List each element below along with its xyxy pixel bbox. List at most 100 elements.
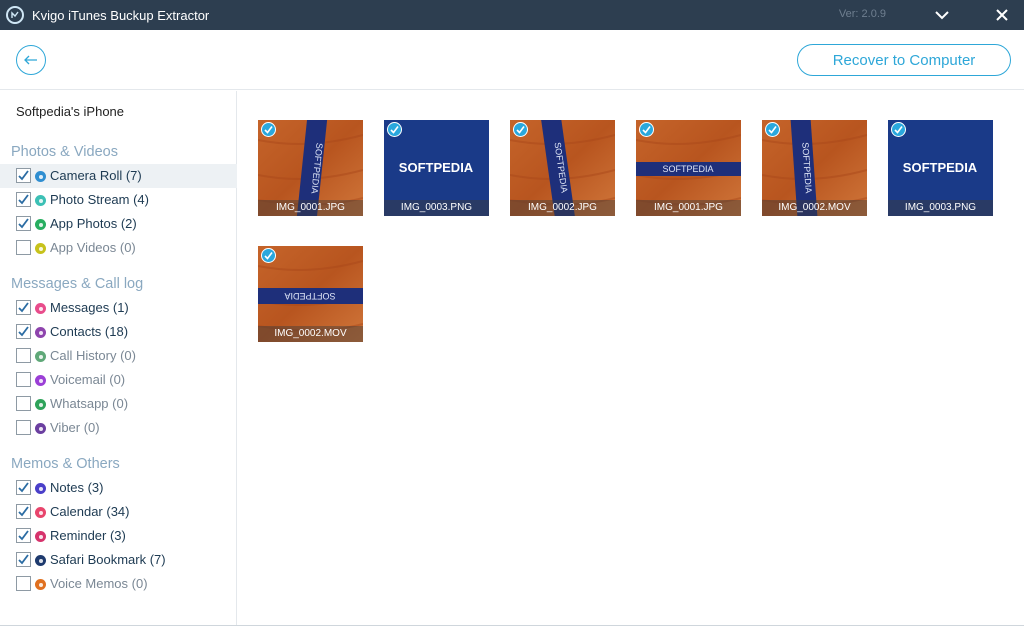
media-thumbnail[interactable]: SOFTPEDIA IMG_0002.MOV bbox=[258, 246, 363, 342]
category-item[interactable]: Voice Memos (0) bbox=[0, 572, 237, 596]
close-icon[interactable] bbox=[992, 5, 1012, 25]
category-item[interactable]: Safari Bookmark (7) bbox=[0, 548, 237, 572]
category-icon bbox=[35, 171, 46, 182]
selected-check-icon[interactable] bbox=[261, 122, 276, 137]
media-thumbnail[interactable]: SOFTPEDIA IMG_0003.PNG bbox=[384, 120, 489, 216]
category-icon bbox=[35, 483, 46, 494]
category-label: Messages (1) bbox=[50, 300, 129, 315]
category-icon bbox=[35, 351, 46, 362]
category-icon bbox=[35, 531, 46, 542]
category-icon bbox=[35, 507, 46, 518]
category-checkbox[interactable] bbox=[16, 576, 31, 591]
thumbnail-filename: IMG_0003.PNG bbox=[888, 200, 993, 216]
category-checkbox[interactable] bbox=[16, 324, 31, 339]
category-label: Voicemail (0) bbox=[50, 372, 126, 387]
category-label: Viber (0) bbox=[50, 420, 100, 435]
category-item[interactable]: App Videos (0) bbox=[0, 236, 237, 260]
category-item[interactable]: Photo Stream (4) bbox=[0, 188, 237, 212]
thumbnail-filename: IMG_0002.MOV bbox=[762, 200, 867, 216]
category-label: Call History (0) bbox=[50, 348, 136, 363]
thumbnail-filename: IMG_0002.MOV bbox=[258, 326, 363, 342]
app-logo-icon bbox=[6, 6, 24, 24]
category-icon bbox=[35, 219, 46, 230]
category-item[interactable]: Calendar (34) bbox=[0, 500, 237, 524]
svg-text:SOFTPEDIA: SOFTPEDIA bbox=[399, 160, 474, 175]
selected-check-icon[interactable] bbox=[765, 122, 780, 137]
svg-text:SOFTPEDIA: SOFTPEDIA bbox=[284, 291, 335, 301]
category-label: App Photos (2) bbox=[50, 216, 137, 231]
selected-check-icon[interactable] bbox=[387, 122, 402, 137]
thumbnail-filename: IMG_0003.PNG bbox=[384, 200, 489, 216]
selected-check-icon[interactable] bbox=[261, 248, 276, 263]
category-item[interactable]: Viber (0) bbox=[0, 416, 237, 440]
category-item[interactable]: Notes (3) bbox=[0, 476, 237, 500]
title-bar: Kvigo iTunes Buckup Extractor Ver: 2.0.9 bbox=[0, 0, 1024, 30]
category-icon bbox=[35, 375, 46, 386]
category-item[interactable]: Camera Roll (7) bbox=[0, 164, 237, 188]
thumbnail-grid: SOFTPEDIA IMG_0001.JPG SOFTPEDIA IMG_0003.P… bbox=[238, 91, 1024, 626]
thumbnail-filename: IMG_0001.JPG bbox=[258, 200, 363, 216]
media-thumbnail[interactable]: SOFTPEDIA IMG_0001.JPG bbox=[258, 120, 363, 216]
category-item[interactable]: Call History (0) bbox=[0, 344, 237, 368]
back-arrow-icon bbox=[24, 55, 37, 65]
category-checkbox[interactable] bbox=[16, 420, 31, 435]
category-label: Contacts (18) bbox=[50, 324, 129, 339]
category-group: Messages & Call log Messages (1) Contacts … bbox=[0, 272, 237, 440]
category-checkbox[interactable] bbox=[16, 552, 31, 567]
category-item[interactable]: Whatsapp (0) bbox=[0, 392, 237, 416]
chevron-down-icon[interactable] bbox=[932, 5, 952, 25]
category-group: Memos & Others Notes (3) Calendar (34) Remi… bbox=[0, 452, 237, 596]
version-label: Ver: 2.0.9 bbox=[838, 8, 886, 20]
category-checkbox[interactable] bbox=[16, 168, 31, 183]
selected-check-icon[interactable] bbox=[891, 122, 906, 137]
svg-text:SOFTPEDIA: SOFTPEDIA bbox=[662, 164, 713, 174]
back-button[interactable] bbox=[16, 45, 46, 75]
media-thumbnail[interactable]: SOFTPEDIA IMG_0003.PNG bbox=[888, 120, 993, 216]
category-item[interactable]: Contacts (18) bbox=[0, 320, 237, 344]
category-item[interactable]: Voicemail (0) bbox=[0, 368, 237, 392]
category-label: Voice Memos (0) bbox=[50, 576, 148, 591]
category-group: Photos & Videos Camera Roll (7) Photo Stre… bbox=[0, 140, 237, 260]
media-thumbnail[interactable]: SOFTPEDIA IMG_0002.MOV bbox=[762, 120, 867, 216]
category-icon bbox=[35, 423, 46, 434]
category-sidebar: Softpedia's iPhone Photos & Videos Camera… bbox=[0, 91, 237, 626]
group-title: Memos & Others bbox=[11, 456, 120, 472]
category-label: Safari Bookmark (7) bbox=[50, 552, 166, 567]
category-item[interactable]: Messages (1) bbox=[0, 296, 237, 320]
category-checkbox[interactable] bbox=[16, 372, 31, 387]
selected-check-icon[interactable] bbox=[513, 122, 528, 137]
category-checkbox[interactable] bbox=[16, 300, 31, 315]
category-checkbox[interactable] bbox=[16, 216, 31, 231]
media-thumbnail[interactable]: SOFTPEDIA IMG_0001.JPG bbox=[636, 120, 741, 216]
category-item[interactable]: App Photos (2) bbox=[0, 212, 237, 236]
recover-to-computer-button[interactable]: Recover to Computer bbox=[797, 44, 1011, 76]
category-label: Photo Stream (4) bbox=[50, 192, 149, 207]
category-item[interactable]: Reminder (3) bbox=[0, 524, 237, 548]
window-title: Kvigo iTunes Buckup Extractor bbox=[32, 7, 210, 23]
thumbnail-filename: IMG_0002.JPG bbox=[510, 200, 615, 216]
category-checkbox[interactable] bbox=[16, 240, 31, 255]
category-icon bbox=[35, 243, 46, 254]
category-icon bbox=[35, 303, 46, 314]
group-title: Messages & Call log bbox=[11, 276, 144, 292]
selected-check-icon[interactable] bbox=[639, 122, 654, 137]
group-title: Photos & Videos bbox=[11, 144, 118, 160]
category-checkbox[interactable] bbox=[16, 528, 31, 543]
category-label: Camera Roll (7) bbox=[50, 168, 142, 183]
category-icon bbox=[35, 579, 46, 590]
category-checkbox[interactable] bbox=[16, 348, 31, 363]
category-label: App Videos (0) bbox=[50, 240, 136, 255]
category-checkbox[interactable] bbox=[16, 480, 31, 495]
media-thumbnail[interactable]: SOFTPEDIA IMG_0002.JPG bbox=[510, 120, 615, 216]
category-label: Calendar (34) bbox=[50, 504, 130, 519]
category-label: Notes (3) bbox=[50, 480, 104, 495]
category-label: Whatsapp (0) bbox=[50, 396, 129, 411]
category-icon bbox=[35, 555, 46, 566]
category-icon bbox=[35, 399, 46, 410]
category-checkbox[interactable] bbox=[16, 396, 31, 411]
svg-text:SOFTPEDIA: SOFTPEDIA bbox=[903, 160, 978, 175]
category-checkbox[interactable] bbox=[16, 192, 31, 207]
category-icon bbox=[35, 327, 46, 338]
category-checkbox[interactable] bbox=[16, 504, 31, 519]
thumbnail-filename: IMG_0001.JPG bbox=[636, 200, 741, 216]
